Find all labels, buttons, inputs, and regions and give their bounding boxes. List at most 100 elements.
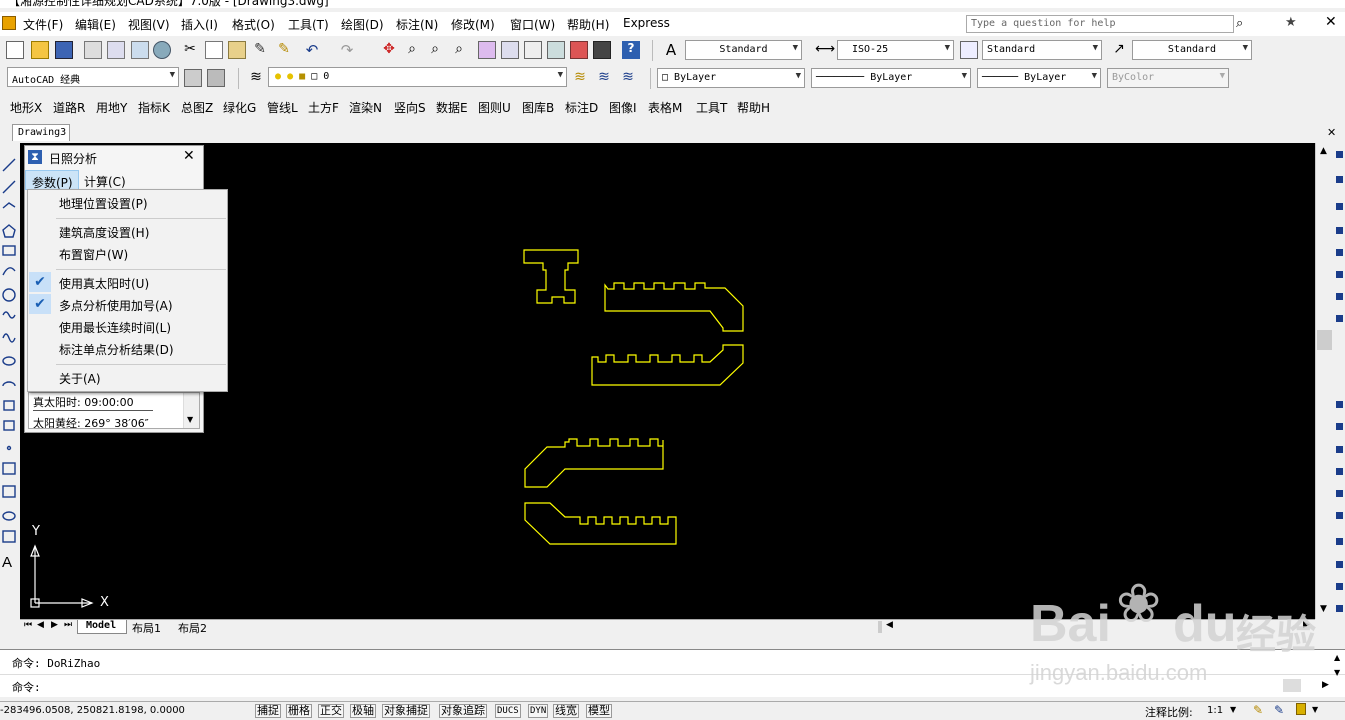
xy-menu-item[interactable]: 用地Y [96, 99, 127, 116]
table-style-icon[interactable] [960, 41, 978, 59]
multileader-style-select[interactable]: Standard ▼ [1132, 40, 1252, 60]
open-icon[interactable] [31, 41, 49, 59]
match-properties-icon[interactable]: ✎ [275, 41, 293, 59]
menu-edit[interactable]: 编辑(E) [75, 16, 116, 33]
menu-modify[interactable]: 修改(M) [451, 16, 495, 33]
menu-format[interactable]: 格式(O) [232, 16, 275, 33]
menu-item-place-windows[interactable]: 布置窗户(W) [59, 246, 128, 263]
xy-menu-item[interactable]: 管线L [267, 99, 298, 116]
redo-icon[interactable]: ↷ [338, 41, 356, 59]
dim-style-icon[interactable]: ⟷ [815, 41, 835, 59]
xy-menu-item[interactable]: 图则U [478, 99, 511, 116]
menu-item-longest-continuous[interactable]: 使用最长连续时间(L) [59, 319, 171, 336]
app-icon[interactable] [2, 16, 16, 30]
model-toggle[interactable]: 模型 [586, 704, 612, 718]
close-drawing-icon[interactable]: ✕ [1327, 126, 1336, 139]
menu-file[interactable]: 文件(F) [23, 16, 63, 33]
menu-view[interactable]: 视图(V) [128, 16, 170, 33]
layer-select[interactable]: ● ● ■ □ 0 ▼ [268, 67, 567, 87]
menu-item-building-height[interactable]: 建筑高度设置(H) [59, 224, 149, 241]
multileader-style-icon[interactable]: ↗ [1110, 41, 1128, 59]
copy-icon[interactable] [205, 41, 223, 59]
scroll-up-icon[interactable]: ▲ [1320, 146, 1327, 156]
osnap-toggle[interactable]: 对象捕捉 [382, 704, 430, 718]
xy-menu-item[interactable]: 数据E [436, 99, 468, 116]
print-icon[interactable] [84, 41, 102, 59]
annotation-visibility-icon[interactable]: ✎ [1253, 703, 1263, 717]
calculator-icon[interactable] [593, 41, 611, 59]
toolbar-lock-icon[interactable] [1296, 703, 1306, 715]
zoom-previous-icon[interactable]: ⌕ [450, 41, 468, 59]
paste-icon[interactable] [228, 41, 246, 59]
draw-tools-icons[interactable]: A [0, 143, 20, 631]
publish-icon[interactable] [131, 41, 149, 59]
results-scroll-down-icon[interactable]: ▼ [187, 415, 193, 424]
lineweight-toggle[interactable]: 线宽 [553, 704, 579, 718]
close-icon[interactable]: ✕ [1325, 14, 1337, 30]
menu-insert[interactable]: 插入(I) [181, 16, 218, 33]
tab-drawing3[interactable]: Drawing3 [12, 124, 70, 141]
linetype-select[interactable]: ──────── ByLayer ▼ [811, 68, 971, 88]
undo-icon[interactable]: ↶ [303, 41, 321, 59]
help-search-input[interactable]: Type a question for help [966, 15, 1234, 33]
lineweight-select[interactable]: ────── ByLayer ▼ [977, 68, 1101, 88]
markup-icon[interactable] [570, 41, 588, 59]
xy-menu-item[interactable]: 道路R [53, 99, 85, 116]
xy-menu-item[interactable]: 总图Z [181, 99, 213, 116]
text-style-icon[interactable]: A [662, 41, 680, 59]
maximize-viewport-icon[interactable] [207, 69, 225, 87]
hscroll-left-icon[interactable]: ◀ [886, 620, 893, 630]
xy-menu-item[interactable]: 渲染N [349, 99, 382, 116]
annotation-scale-chevron-icon[interactable]: ▼ [1230, 705, 1236, 714]
auto-scale-icon[interactable]: ✎ [1274, 703, 1284, 717]
menu-tools[interactable]: 工具(T) [288, 16, 329, 33]
preview-icon[interactable] [107, 41, 125, 59]
properties-icon[interactable] [478, 41, 496, 59]
ortho-toggle[interactable]: 正交 [318, 704, 344, 718]
zoom-window-icon[interactable]: ⌕ [426, 41, 444, 59]
brush-icon[interactable]: ✎ [251, 41, 269, 59]
tab-prev-icon[interactable]: ◀ [37, 620, 44, 630]
grid-toggle[interactable]: 栅格 [286, 704, 312, 718]
xy-menu-item[interactable]: 竖向S [394, 99, 426, 116]
xy-menu-item[interactable]: 绿化G [223, 99, 256, 116]
xy-menu-item[interactable]: 指标K [138, 99, 170, 116]
menu-item-multipoint-plus[interactable]: 多点分析使用加号(A) [59, 297, 173, 314]
help-icon[interactable]: ? [622, 41, 640, 59]
color-select[interactable]: □ ByLayer ▼ [657, 68, 805, 88]
sun-menu-calc[interactable]: 计算(C) [84, 173, 126, 190]
workspace-settings-icon[interactable] [184, 69, 202, 87]
globe-icon[interactable] [153, 41, 171, 59]
hscroll-thumb[interactable] [878, 621, 882, 633]
menu-item-geo-location[interactable]: 地理位置设置(P) [59, 195, 148, 212]
tab-first-icon[interactable]: ⏮ [24, 620, 32, 630]
new-icon[interactable] [6, 41, 24, 59]
tool-palettes-icon[interactable] [524, 41, 542, 59]
dyn-toggle[interactable]: DYN [528, 704, 549, 718]
menu-item-about[interactable]: 关于(A) [59, 370, 101, 387]
design-center-icon[interactable] [501, 41, 519, 59]
menu-help[interactable]: 帮助(H) [567, 16, 609, 33]
menu-item-annotate-single-point[interactable]: 标注单点分析结果(D) [59, 341, 174, 358]
cmd-scroll-down-icon[interactable]: ▼ [1334, 668, 1340, 677]
xy-menu-item[interactable]: 地形X [10, 99, 42, 116]
make-current-icon[interactable]: ≋ [571, 69, 589, 87]
snap-toggle[interactable]: 捕捉 [255, 704, 281, 718]
layer-state-icon[interactable]: ≋ [619, 69, 637, 87]
xy-menu-item[interactable]: 标注D [565, 99, 598, 116]
menu-window[interactable]: 窗口(W) [510, 16, 555, 33]
ducs-toggle[interactable]: DUCS [495, 704, 521, 718]
dim-style-select[interactable]: ISO-25 ▼ [837, 40, 954, 60]
menu-item-true-solar-time[interactable]: 使用真太阳时(U) [59, 275, 149, 292]
save-icon[interactable] [55, 41, 73, 59]
tab-model[interactable]: Model [77, 620, 128, 634]
xy-menu-item[interactable]: 图库B [522, 99, 554, 116]
vertical-scrollbar[interactable]: ▲ ▼ [1315, 143, 1333, 619]
search-icon[interactable]: ⌕ [1236, 16, 1243, 31]
tab-last-icon[interactable]: ⏭ [64, 620, 72, 630]
otrack-toggle[interactable]: 对象追踪 [439, 704, 487, 718]
status-tray-chevron-icon[interactable]: ▼ [1312, 705, 1318, 714]
xy-menu-item[interactable]: 土方F [308, 99, 339, 116]
menu-dimension[interactable]: 标注(N) [396, 16, 438, 33]
sun-window-close-icon[interactable]: ✕ [183, 148, 195, 164]
